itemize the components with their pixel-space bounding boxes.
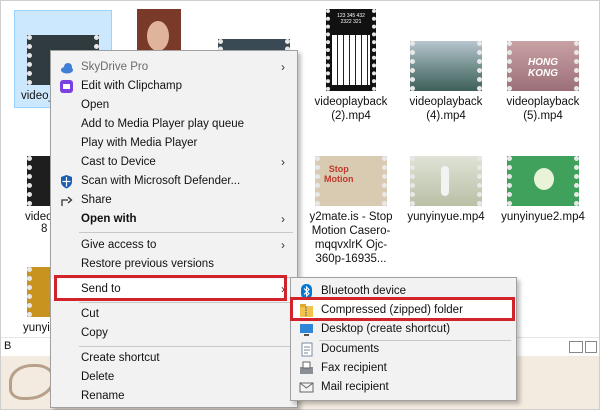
menu-item-label: Cut — [81, 308, 99, 320]
cartoon-video-thumbnail — [507, 156, 579, 206]
menu-item-give-access[interactable]: Give access to › — [51, 235, 297, 255]
menu-item-label: Cast to Device — [81, 156, 156, 168]
file-tile-videoplayback-4[interactable]: videoplayback (4).mp4 — [398, 41, 494, 123]
menu-item-label: Play with Media Player — [81, 137, 198, 149]
send-to-submenu: Bluetooth device Compressed (zipped) fol… — [290, 277, 517, 401]
menu-item-label: Share — [81, 194, 112, 206]
piano-video-thumbnail: 123 345 432 2322 321 — [326, 9, 376, 91]
menu-item-add-to-queue[interactable]: Add to Media Player play queue — [51, 114, 297, 134]
submenu-item-desktop[interactable]: Desktop (create shortcut) — [291, 319, 516, 339]
mail-icon — [299, 380, 314, 395]
menu-item-label: Delete — [81, 371, 115, 383]
boat-video-thumbnail — [410, 41, 482, 91]
details-view-icon[interactable] — [569, 341, 583, 353]
menu-item-open-with[interactable]: Open with › — [51, 209, 297, 229]
file-tile-videoplayback-5[interactable]: HONG KONG videoplayback (5).mp4 — [495, 41, 591, 123]
chevron-right-icon: › — [281, 60, 285, 74]
menu-item-create-shortcut[interactable]: Create shortcut — [51, 348, 297, 368]
file-tile-y2mate[interactable]: Stop Motion y2mate.is - Stop Motion Case… — [303, 156, 399, 266]
file-tile-yunyinyue2[interactable]: yunyinyue2.mp4 — [495, 156, 591, 224]
menu-item-cast-to-device[interactable]: Cast to Device › — [51, 152, 297, 172]
hongkong-overlay-text: HONG KONG — [528, 57, 558, 79]
submenu-item-label: Fax recipient — [321, 362, 387, 374]
desktop-icon — [299, 322, 314, 337]
menu-item-edit-clipchamp[interactable]: Edit with Clipchamp — [51, 76, 297, 96]
menu-item-skydrive-pro[interactable]: SkyDrive Pro › — [51, 57, 297, 77]
submenu-item-label: Documents — [321, 343, 380, 355]
file-name: videoplayback (2).mp4 — [314, 96, 388, 122]
submenu-item-label: Mail recipient — [321, 381, 389, 393]
file-name: y2mate.is - Stop Motion Casero-mqqvxlrK … — [309, 211, 393, 265]
defender-icon — [59, 174, 74, 189]
chevron-right-icon: › — [281, 212, 285, 226]
menu-item-play-media-player[interactable]: Play with Media Player — [51, 133, 297, 153]
compressed-folder-highlight-box — [290, 297, 515, 321]
menu-item-open[interactable]: Open — [51, 95, 297, 115]
fax-icon — [299, 361, 314, 376]
menu-item-label: SkyDrive Pro — [81, 61, 149, 73]
menu-separator — [79, 302, 293, 303]
chevron-right-icon: › — [281, 155, 285, 169]
file-name: yunyinyue.mp4 — [407, 211, 485, 223]
menu-item-copy[interactable]: Copy — [51, 323, 297, 343]
stopmotion-video-thumbnail: Stop Motion — [315, 156, 387, 206]
file-name: videoplayback (4).mp4 — [409, 96, 483, 122]
context-menu: SkyDrive Pro › Edit with Clipchamp Open … — [50, 50, 298, 408]
menu-separator — [79, 346, 293, 347]
submenu-item-fax[interactable]: Fax recipient — [291, 358, 516, 378]
menu-item-label: Give access to — [81, 239, 157, 251]
menu-item-label: Add to Media Player play queue — [81, 118, 245, 130]
submenu-item-label: Desktop (create shortcut) — [321, 323, 451, 335]
file-tile-yunyinyue[interactable]: yunyinyue.mp4 — [398, 156, 494, 224]
menu-item-label: Copy — [81, 327, 108, 339]
menu-item-scan-defender[interactable]: Scan with Microsoft Defender... — [51, 171, 297, 191]
menu-item-cut[interactable]: Cut — [51, 304, 297, 324]
clipchamp-icon — [59, 79, 74, 94]
large-icons-view-icon[interactable] — [585, 341, 597, 353]
hongkong-video-thumbnail: HONG KONG — [507, 41, 579, 91]
skydrive-icon — [59, 60, 74, 75]
piano-overlay-text: 123 345 432 2322 321 — [337, 13, 365, 25]
menu-item-label: Open with — [81, 213, 137, 225]
share-icon — [59, 193, 74, 208]
menu-item-label: Edit with Clipchamp — [81, 80, 182, 92]
submenu-item-mail[interactable]: Mail recipient — [291, 377, 516, 397]
menu-item-label: Create shortcut — [81, 352, 160, 364]
chevron-right-icon: › — [281, 238, 285, 252]
menu-item-label: Restore previous versions — [81, 258, 214, 270]
file-tile-videoplayback-2[interactable]: 123 345 432 2322 321 videoplayback (2).m… — [303, 9, 399, 123]
menu-item-restore-versions[interactable]: Restore previous versions — [51, 254, 297, 274]
menu-item-delete[interactable]: Delete — [51, 367, 297, 387]
partial-file-label: 8 — [41, 223, 48, 235]
dance-video-thumbnail — [410, 156, 482, 206]
menu-item-label: Rename — [81, 390, 125, 402]
menu-item-label: Scan with Microsoft Defender... — [81, 175, 241, 187]
submenu-item-documents[interactable]: Documents — [291, 339, 516, 359]
menu-item-share[interactable]: Share — [51, 190, 297, 210]
file-name: videoplayback (5).mp4 — [506, 96, 580, 122]
menu-item-rename[interactable]: Rename — [51, 386, 297, 406]
documents-icon — [299, 342, 314, 357]
status-text: B — [4, 340, 12, 352]
menu-item-label: Open — [81, 99, 110, 111]
send-to-highlight-box — [54, 275, 287, 301]
menu-separator — [79, 232, 293, 233]
stopmotion-overlay-text: Stop Motion — [324, 164, 354, 184]
file-name: yunyinyue2.mp4 — [501, 211, 585, 223]
